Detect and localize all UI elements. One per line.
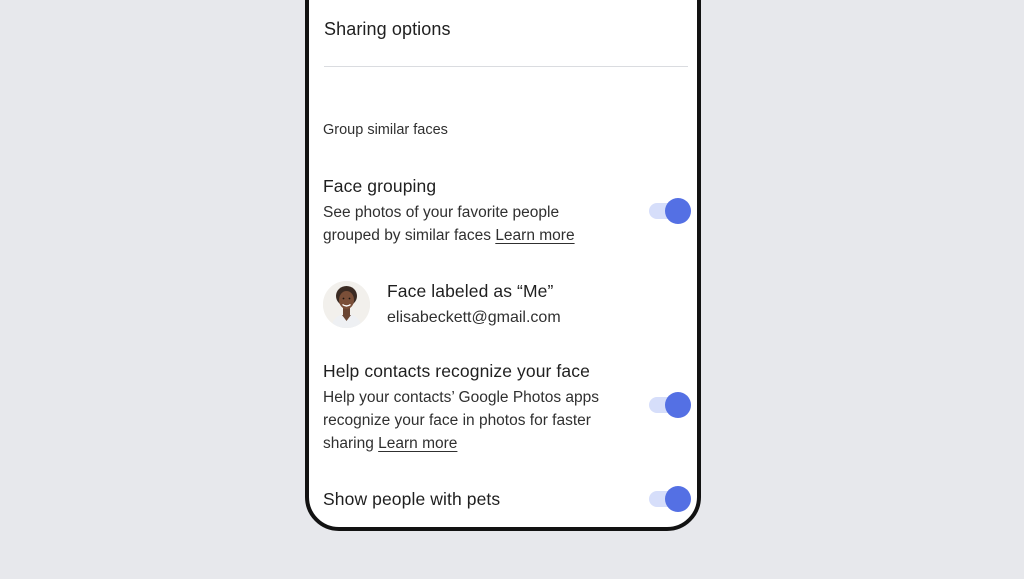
- face-label-title: Face labeled as “Me”: [387, 281, 554, 301]
- face-grouping-desc-line2: grouped by similar faces Learn more: [323, 224, 575, 247]
- help-contacts-toggle[interactable]: [649, 392, 693, 418]
- help-contacts-desc-line3: sharing Learn more: [323, 432, 599, 455]
- section-header-group-similar-faces: Group similar faces: [323, 122, 448, 138]
- avatar-portrait-icon: [323, 281, 370, 328]
- help-contacts-desc-text: sharing: [323, 435, 374, 452]
- face-grouping-title: Face grouping: [323, 176, 437, 196]
- sharing-options-item[interactable]: Sharing options: [324, 19, 451, 40]
- toggle-thumb: [665, 392, 691, 418]
- help-contacts-learn-more-link[interactable]: Learn more: [378, 435, 457, 452]
- face-grouping-description: See photos of your favorite people group…: [323, 201, 575, 247]
- pets-toggle[interactable]: [649, 486, 693, 512]
- face-grouping-desc-line1: See photos of your favorite people: [323, 204, 560, 221]
- divider: [324, 66, 688, 67]
- help-contacts-desc-line1: Help your contacts’ Google Photos apps: [323, 389, 600, 406]
- avatar[interactable]: [323, 281, 370, 328]
- face-grouping-learn-more-link[interactable]: Learn more: [495, 227, 574, 244]
- toggle-thumb: [665, 486, 691, 512]
- toggle-thumb: [665, 198, 691, 224]
- help-contacts-description: Help your contacts’ Google Photos apps r…: [323, 386, 599, 455]
- face-grouping-toggle[interactable]: [649, 198, 693, 224]
- settings-screen: Sharing options Group similar faces Face…: [309, 0, 697, 527]
- phone-frame: Sharing options Group similar faces Face…: [305, 0, 701, 531]
- face-label-email: elisabeckett@gmail.com: [387, 309, 561, 326]
- help-contacts-desc-line2: recognize your face in photos for faster: [323, 412, 591, 429]
- help-contacts-title: Help contacts recognize your face: [323, 361, 590, 381]
- pets-title: Show people with pets: [323, 489, 501, 509]
- face-grouping-desc-text: grouped by similar faces: [323, 227, 491, 244]
